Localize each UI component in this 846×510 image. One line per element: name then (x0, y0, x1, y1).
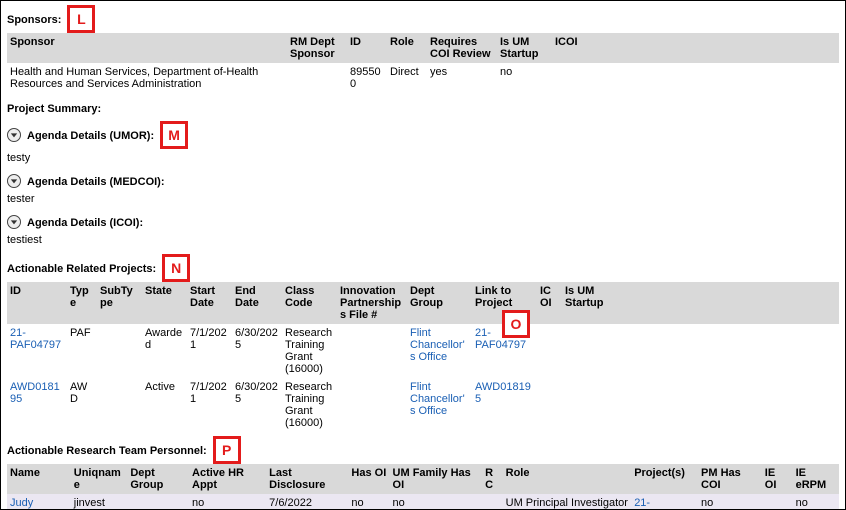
dept-link[interactable]: Flint Chancellor's Office (410, 327, 465, 363)
cell (537, 378, 562, 432)
col-class: Class Code (282, 282, 337, 324)
col-name: Name (7, 464, 71, 494)
cell: 7/1/2021 (187, 378, 232, 432)
sponsor-role: Direct (387, 63, 427, 93)
project-ref-link[interactable]: 21-PAF04797 (634, 497, 685, 510)
col-rm-dept: RM Dept Sponsor (287, 33, 347, 63)
personnel-heading: Actionable Research Team Personnel: (7, 445, 207, 457)
cell: 6/30/2025 (232, 378, 282, 432)
agenda-icoi-heading: Agenda Details (ICOI): (27, 217, 143, 229)
sponsor-requires-coi: yes (427, 63, 497, 93)
personnel-row: Judy Investigator jinvest no 7/6/2022 no… (7, 494, 839, 510)
cell: Active (142, 378, 187, 432)
marker-m: M (160, 121, 188, 149)
col-active-hr: Active HR Appt (189, 464, 266, 494)
col-id: ID (7, 282, 67, 324)
cell (97, 378, 142, 432)
col-uniq: Uniqname (71, 464, 128, 494)
sponsor-name: Health and Human Services, Department of… (7, 63, 287, 93)
cell: UM Principal Investigator (503, 494, 632, 510)
project-id-link[interactable]: AWD018195 (10, 381, 60, 405)
project-id-link[interactable]: 21-PAF04797 (10, 327, 61, 351)
col-subtype: SubType (97, 282, 142, 324)
col-id: ID (347, 33, 387, 63)
col-end: End Date (232, 282, 282, 324)
sponsor-icoi (552, 63, 582, 93)
project-link[interactable]: AWD018195 (475, 381, 531, 405)
sponsors-heading: Sponsors: (7, 14, 61, 26)
cell: 6/30/2025 (232, 324, 282, 378)
cell: Research Training Grant (16000) (282, 324, 337, 378)
sponsor-startup: no (497, 63, 552, 93)
col-role: Role (387, 33, 427, 63)
cell: no (390, 494, 483, 510)
personnel-table: Name Uniqname Dept Group Active HR Appt … (7, 464, 839, 510)
cell: no (348, 494, 389, 510)
marker-p: P (213, 436, 241, 464)
cell (762, 494, 793, 510)
col-state: State (142, 282, 187, 324)
cell: jinvest (71, 494, 128, 510)
cell (482, 494, 503, 510)
agenda-umor-value: testy (7, 152, 839, 164)
cell (97, 324, 142, 378)
cell (127, 494, 189, 510)
cell: no (189, 494, 266, 510)
col-role: Role (503, 464, 632, 494)
marker-n: N (162, 254, 190, 282)
projects-table: ID Type SubType State Start Date End Dat… (7, 282, 839, 432)
agenda-medcoi-value: tester (7, 193, 839, 205)
cell: no (793, 494, 839, 510)
col-projects: Project(s) (631, 464, 698, 494)
cell: AWD (67, 378, 97, 432)
cell (562, 378, 607, 432)
marker-l: L (67, 5, 95, 33)
sponsor-row: Health and Human Services, Department of… (7, 63, 839, 93)
agenda-umor-heading: Agenda Details (UMOR): (27, 130, 154, 142)
cell (337, 378, 407, 432)
cell: 7/6/2022 (266, 494, 348, 510)
cell (337, 324, 407, 378)
cell: no (698, 494, 762, 510)
col-innov: Innovation Partnerships File # (337, 282, 407, 324)
col-pm-coi: PM Has COI (698, 464, 762, 494)
col-icoi: ICOI (552, 33, 582, 63)
col-rc: RC (482, 464, 503, 494)
col-ie-erpm: IE eRPM (793, 464, 839, 494)
cell: Research Training Grant (16000) (282, 378, 337, 432)
marker-o: O (502, 310, 530, 338)
cell (562, 324, 607, 378)
sponsor-id: 895500 (347, 63, 387, 93)
project-summary-heading: Project Summary: (7, 103, 839, 115)
dept-link[interactable]: Flint Chancellor's Office (410, 381, 465, 417)
col-dept: Dept Group (127, 464, 189, 494)
col-family-oi: UM Family Has OI (390, 464, 483, 494)
collapse-icon[interactable] (7, 174, 21, 188)
col-icoi: ICOI (537, 282, 562, 324)
project-row: AWD018195 AWD Active 7/1/2021 6/30/2025 … (7, 378, 839, 432)
collapse-icon[interactable] (7, 128, 21, 142)
cell (537, 324, 562, 378)
related-projects-heading: Actionable Related Projects: (7, 263, 156, 275)
col-type: Type (67, 282, 97, 324)
col-ie-oi: IE OI (762, 464, 793, 494)
sponsor-rm-dept (287, 63, 347, 93)
col-sponsor: Sponsor (7, 33, 237, 63)
col-last-disc: Last Disclosure (266, 464, 348, 494)
cell: PAF (67, 324, 97, 378)
project-row: 21-PAF04797 PAF Awarded 7/1/2021 6/30/20… (7, 324, 839, 378)
col-has-oi: Has OI (348, 464, 389, 494)
cell: 7/1/2021 (187, 324, 232, 378)
col-dept: Dept Group (407, 282, 472, 324)
cell: Awarded (142, 324, 187, 378)
col-startup: Is UM Startup (562, 282, 607, 324)
agenda-medcoi-heading: Agenda Details (MEDCOI): (27, 176, 165, 188)
sponsors-table: Sponsor RM Dept Sponsor ID Role Requires… (7, 33, 839, 93)
col-requires-coi: Requires COI Review (427, 33, 497, 63)
person-name-link[interactable]: Judy Investigator (10, 497, 67, 510)
col-is-startup: Is UM Startup (497, 33, 552, 63)
col-start: Start Date (187, 282, 232, 324)
collapse-icon[interactable] (7, 215, 21, 229)
agenda-icoi-value: testiest (7, 234, 839, 246)
